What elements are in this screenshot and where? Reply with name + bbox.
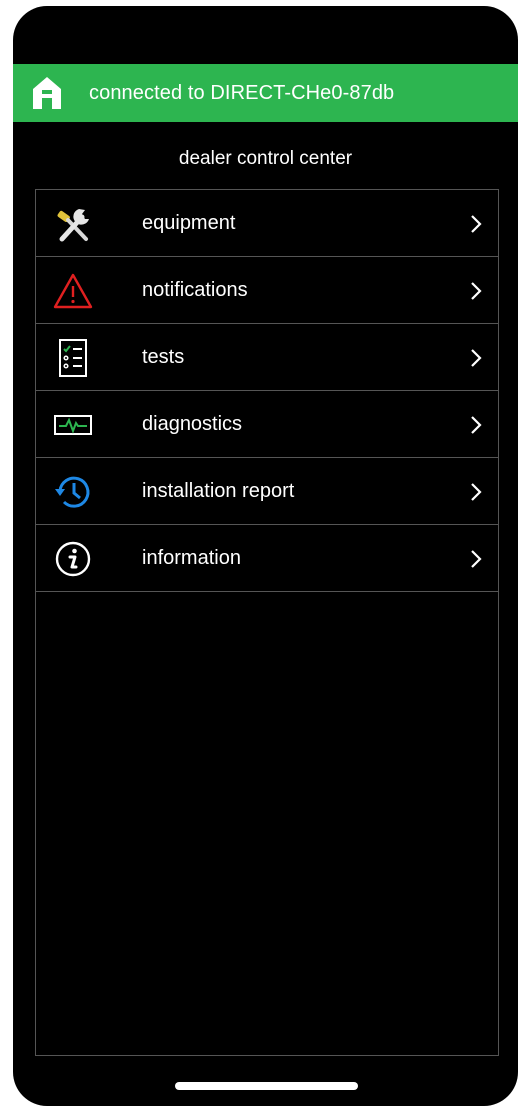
menu-list: equipment notifications tests diagnostic… bbox=[35, 189, 499, 1056]
menu-item-equipment[interactable]: equipment bbox=[36, 190, 498, 257]
home-indicator[interactable] bbox=[175, 1082, 358, 1090]
heartbeat-monitor-icon bbox=[52, 404, 94, 446]
tools-icon bbox=[52, 203, 94, 245]
info-icon bbox=[52, 538, 94, 580]
menu-item-tests[interactable]: tests bbox=[36, 324, 498, 391]
menu-label-equipment: equipment bbox=[142, 211, 236, 234]
menu-label-diagnostics: diagnostics bbox=[142, 412, 243, 435]
history-clock-icon bbox=[52, 471, 94, 513]
connection-status-text: connected to DIRECT-CHe0-87db bbox=[89, 81, 395, 104]
chevron-right-icon bbox=[471, 282, 482, 300]
chevron-right-icon bbox=[471, 416, 482, 434]
chevron-right-icon bbox=[471, 215, 482, 233]
menu-label-information: information bbox=[142, 546, 241, 569]
connection-status-banner: connected to DIRECT-CHe0-87db bbox=[13, 64, 518, 122]
warning-icon bbox=[52, 270, 94, 312]
menu-label-installation-report: installation report bbox=[142, 479, 295, 502]
menu-label-tests: tests bbox=[142, 345, 185, 368]
menu-label-notifications: notifications bbox=[142, 278, 248, 301]
menu-item-diagnostics[interactable]: diagnostics bbox=[36, 391, 498, 458]
home-icon[interactable] bbox=[27, 73, 67, 113]
menu-item-notifications[interactable]: notifications bbox=[36, 257, 498, 324]
app-screen: connected to DIRECT-CHe0-87db dealer con… bbox=[13, 6, 518, 1106]
page-title: dealer control center bbox=[178, 148, 353, 169]
menu-item-information[interactable]: information bbox=[36, 525, 498, 592]
chevron-right-icon bbox=[471, 550, 482, 568]
chevron-right-icon bbox=[471, 349, 482, 367]
chevron-right-icon bbox=[471, 483, 482, 501]
checklist-icon bbox=[52, 337, 94, 379]
menu-item-installation-report[interactable]: installation report bbox=[36, 458, 498, 525]
